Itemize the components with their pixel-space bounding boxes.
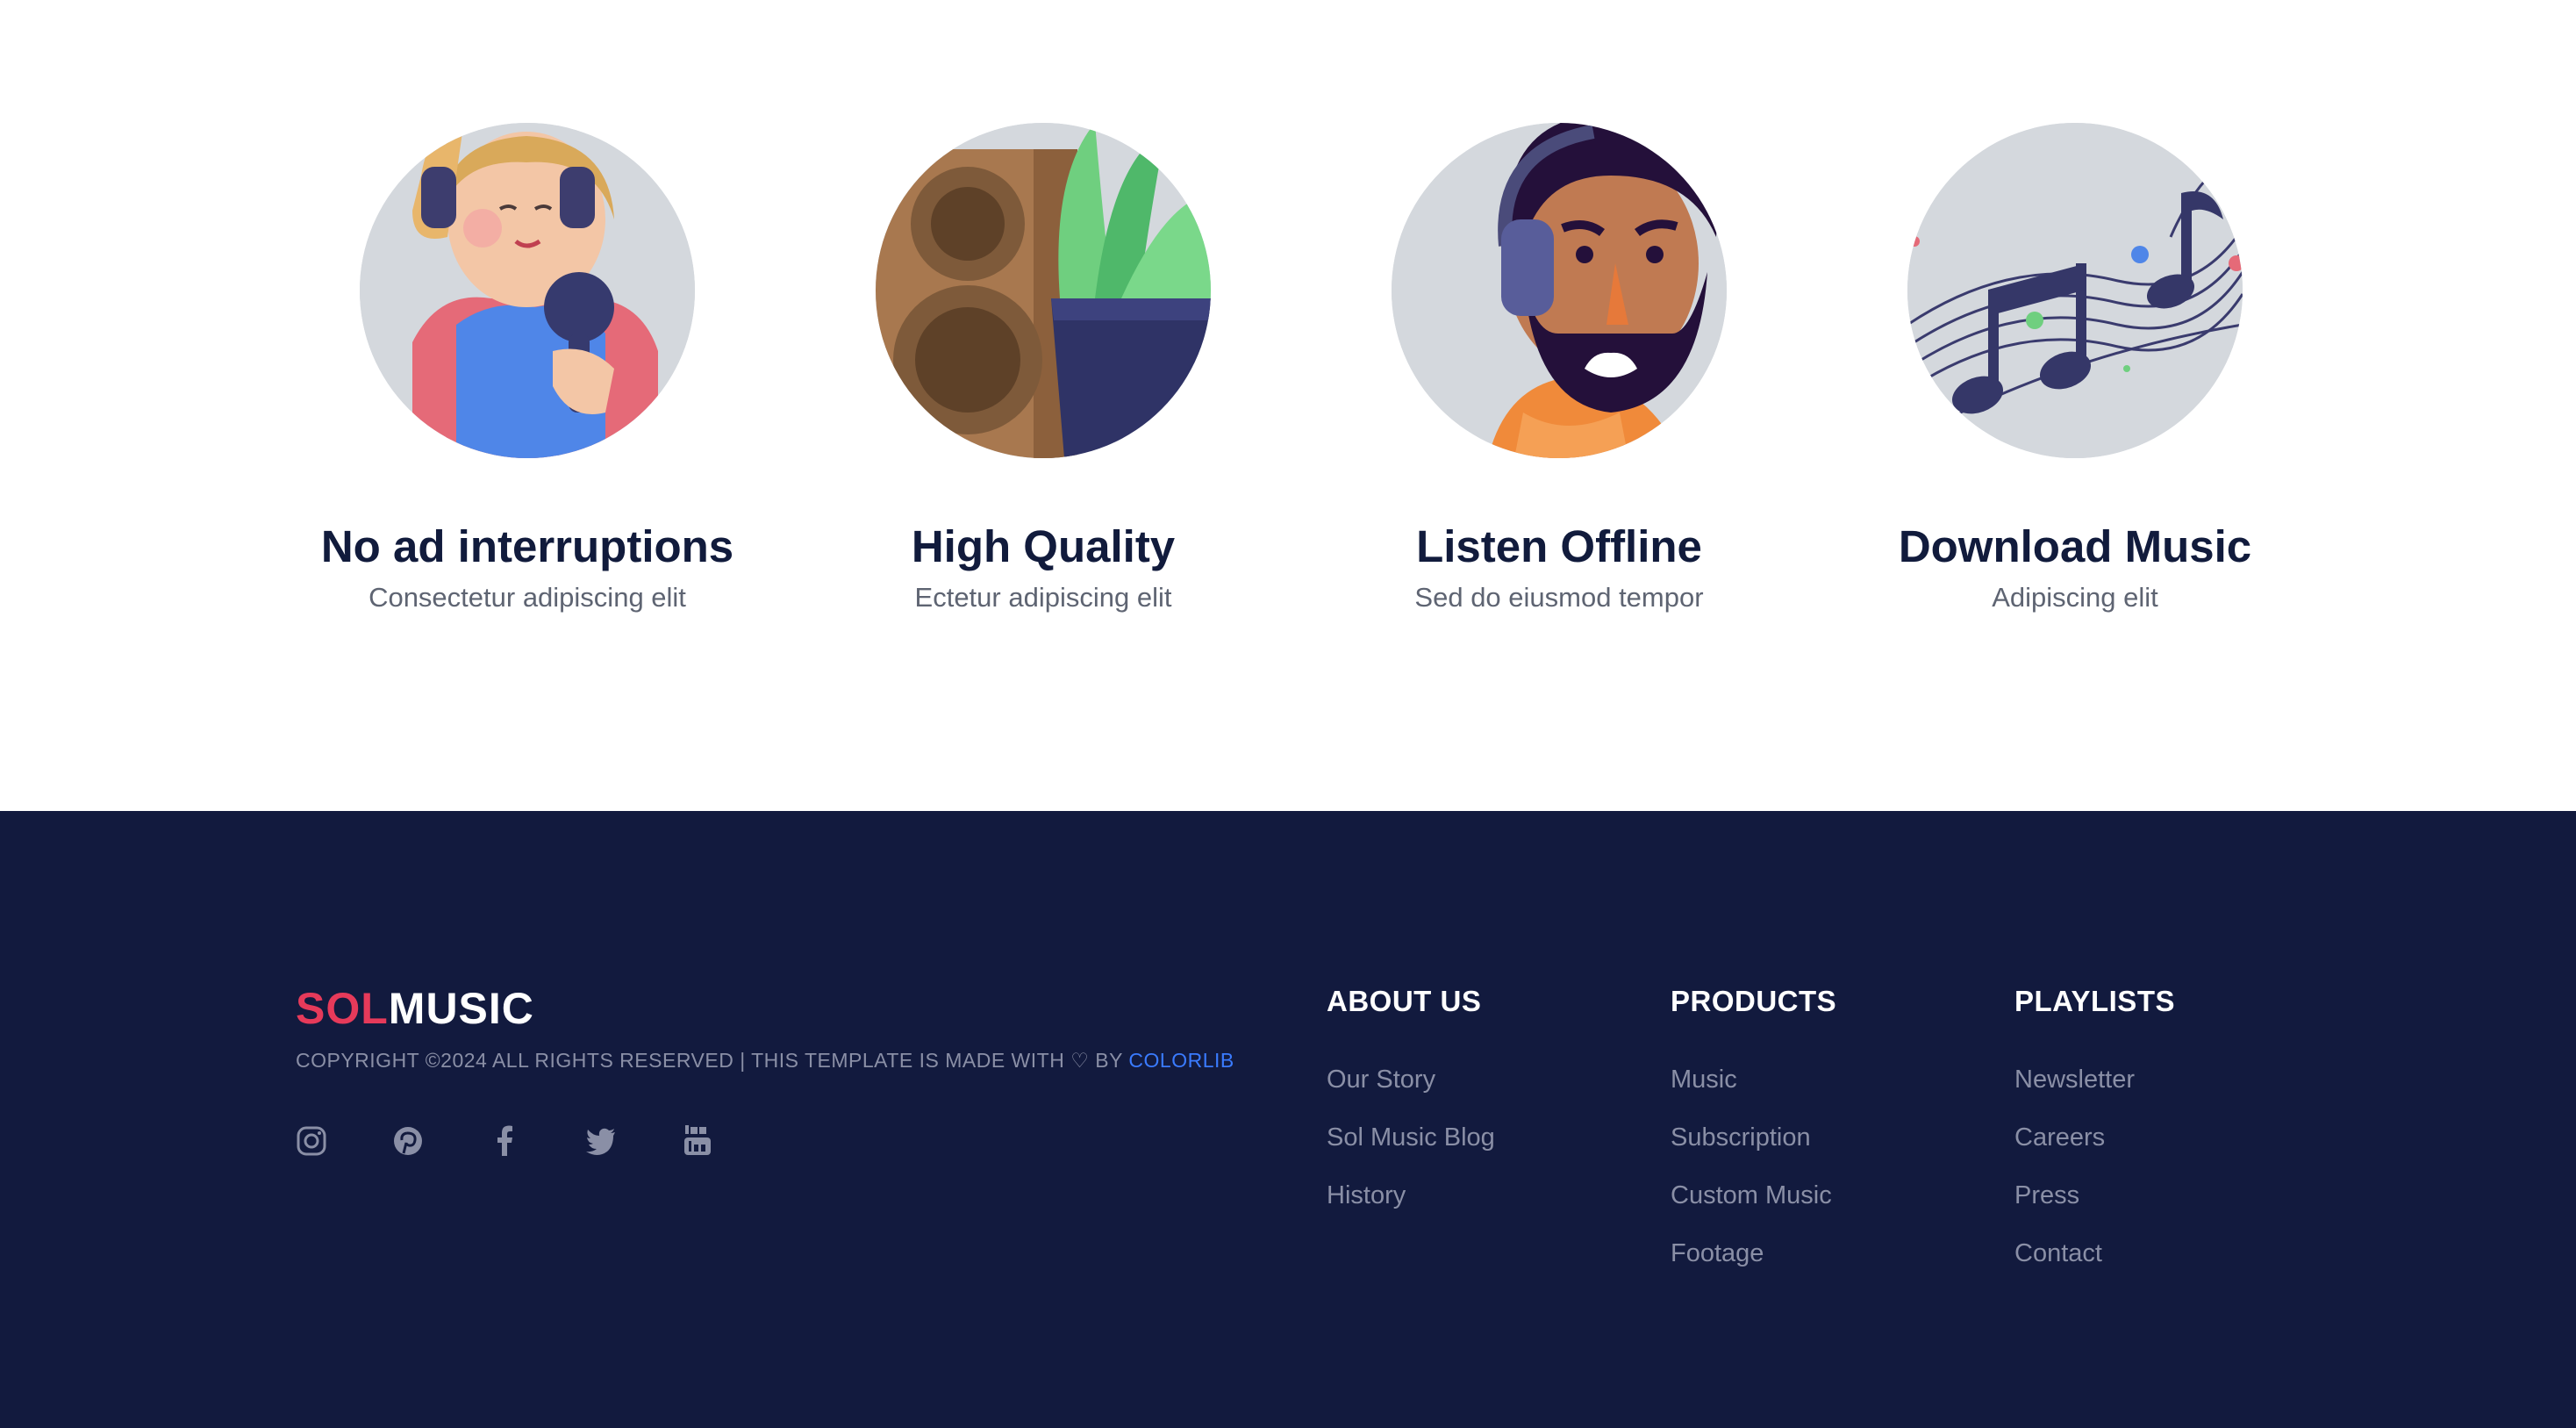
- twitter-icon[interactable]: [585, 1125, 617, 1157]
- column-title: ABOUT US: [1327, 985, 1482, 1017]
- feature-listen-offline: Listen Offline Sed do eiusmod tempor: [1296, 123, 1822, 615]
- feature-download-music: Download Music Adipiscing elit: [1812, 123, 2338, 615]
- feature-title: High Quality: [911, 521, 1176, 571]
- footer-logo[interactable]: SOLMUSIC: [296, 983, 534, 1034]
- facebook-icon[interactable]: [489, 1125, 520, 1157]
- footer-link[interactable]: Our Story: [1327, 1064, 1495, 1122]
- youtube-icon[interactable]: [682, 1125, 713, 1157]
- feature-subtitle: Adipiscing elit: [1992, 582, 2158, 614]
- footer-column-about: ABOUT US Our Story Sol Music Blog Histor…: [1327, 985, 1495, 1238]
- heart-icon: ♡: [1070, 1049, 1090, 1072]
- feature-title: No ad interruptions: [320, 521, 734, 571]
- singer-illustration: [360, 123, 695, 458]
- speaker-plant-illustration: [876, 123, 1211, 458]
- logo-part-sol: SOL: [296, 984, 389, 1033]
- footer-link[interactable]: History: [1327, 1180, 1495, 1238]
- footer-link[interactable]: Subscription: [1671, 1122, 1836, 1180]
- feature-high-quality: High Quality Ectetur adipiscing elit: [780, 123, 1306, 615]
- site-footer: [0, 811, 2576, 1428]
- footer-link[interactable]: Custom Music: [1671, 1180, 1836, 1238]
- features-section: No ad interruptions Consectetur adipisci…: [0, 0, 2576, 811]
- column-title: PRODUCTS: [1671, 985, 1837, 1017]
- footer-link[interactable]: Press: [2014, 1180, 2175, 1238]
- colorlib-link[interactable]: COLORLIB: [1128, 1049, 1234, 1072]
- feature-subtitle: Sed do eiusmod tempor: [1414, 582, 1704, 614]
- footer-link[interactable]: Sol Music Blog: [1327, 1122, 1495, 1180]
- column-title: PLAYLISTS: [2014, 985, 2175, 1017]
- instagram-icon[interactable]: [296, 1125, 327, 1157]
- footer-link[interactable]: Newsletter: [2014, 1064, 2175, 1122]
- feature-no-ads: No ad interruptions Consectetur adipisci…: [264, 123, 791, 615]
- copyright-by: BY: [1095, 1049, 1123, 1072]
- headphones-man-illustration: [1392, 123, 1727, 458]
- footer-column-playlists: PLAYLISTS Newsletter Careers Press Conta…: [2014, 985, 2175, 1295]
- logo-part-music: MUSIC: [388, 984, 534, 1033]
- copyright-main: COPYRIGHT ©2024 ALL RIGHTS RESERVED | TH…: [296, 1049, 1065, 1072]
- feature-subtitle: Ectetur adipiscing elit: [914, 582, 1172, 614]
- feature-title: Download Music: [1898, 521, 2252, 571]
- feature-title: Listen Offline: [1416, 521, 1702, 571]
- music-notes-illustration: [1907, 123, 2243, 458]
- social-links: [296, 1125, 778, 1157]
- pinterest-icon[interactable]: [392, 1125, 424, 1157]
- copyright-text: COPYRIGHT ©2024 ALL RIGHTS RESERVED | TH…: [296, 1049, 1234, 1073]
- feature-subtitle: Consectetur adipiscing elit: [369, 582, 686, 614]
- footer-link[interactable]: Music: [1671, 1064, 1836, 1122]
- footer-link[interactable]: Careers: [2014, 1122, 2175, 1180]
- footer-link[interactable]: Contact: [2014, 1238, 2175, 1295]
- footer-column-products: PRODUCTS Music Subscription Custom Music…: [1671, 985, 1836, 1295]
- footer-link[interactable]: Footage: [1671, 1238, 1836, 1295]
